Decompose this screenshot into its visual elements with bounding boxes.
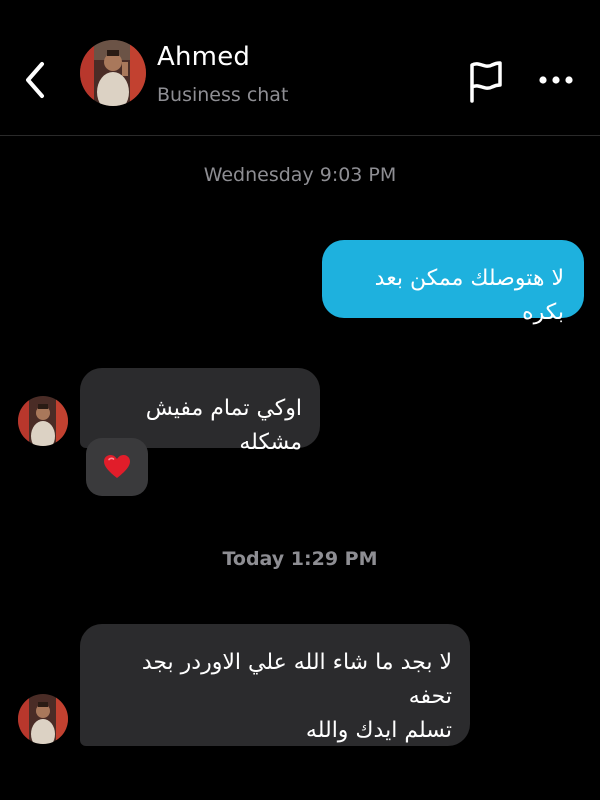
timestamp-divider: Wednesday 9:03 PM <box>203 164 397 186</box>
sender-avatar[interactable] <box>18 396 68 446</box>
message-text: لا بجد ما شاء الله علي الاوردر بجد تحفه <box>141 650 452 709</box>
avatar[interactable] <box>80 40 146 106</box>
more-horizontal-icon <box>539 76 573 84</box>
flag-icon <box>470 61 502 103</box>
contact-name[interactable]: Ahmed <box>157 42 250 72</box>
chat-subtitle: Business chat <box>157 84 289 106</box>
more-options-button[interactable] <box>534 62 578 98</box>
message-text: اوكي تمام مفيش مشكله <box>145 396 302 455</box>
incoming-message[interactable]: اوكي تمام مفيش مشكله <box>80 368 320 455</box>
incoming-message[interactable]: لا بجد ما شاء الله علي الاوردر بجد تحفه … <box>80 624 470 746</box>
report-button[interactable] <box>462 56 508 106</box>
timestamp-divider: Today 1:29 PM <box>222 548 378 570</box>
message-text: تسلم ايدك والله <box>305 718 452 743</box>
heart-icon <box>104 455 130 478</box>
chat-header: Ahmed Business chat <box>0 0 600 136</box>
back-button[interactable] <box>18 56 52 104</box>
chevron-left-icon <box>26 62 44 98</box>
sender-avatar[interactable] <box>18 694 68 744</box>
message-text: لا هتوصلك ممكن بعد بكره <box>374 266 564 325</box>
outgoing-message[interactable]: لا هتوصلك ممكن بعد بكره <box>322 240 584 325</box>
heart-reaction-message[interactable] <box>86 438 148 496</box>
